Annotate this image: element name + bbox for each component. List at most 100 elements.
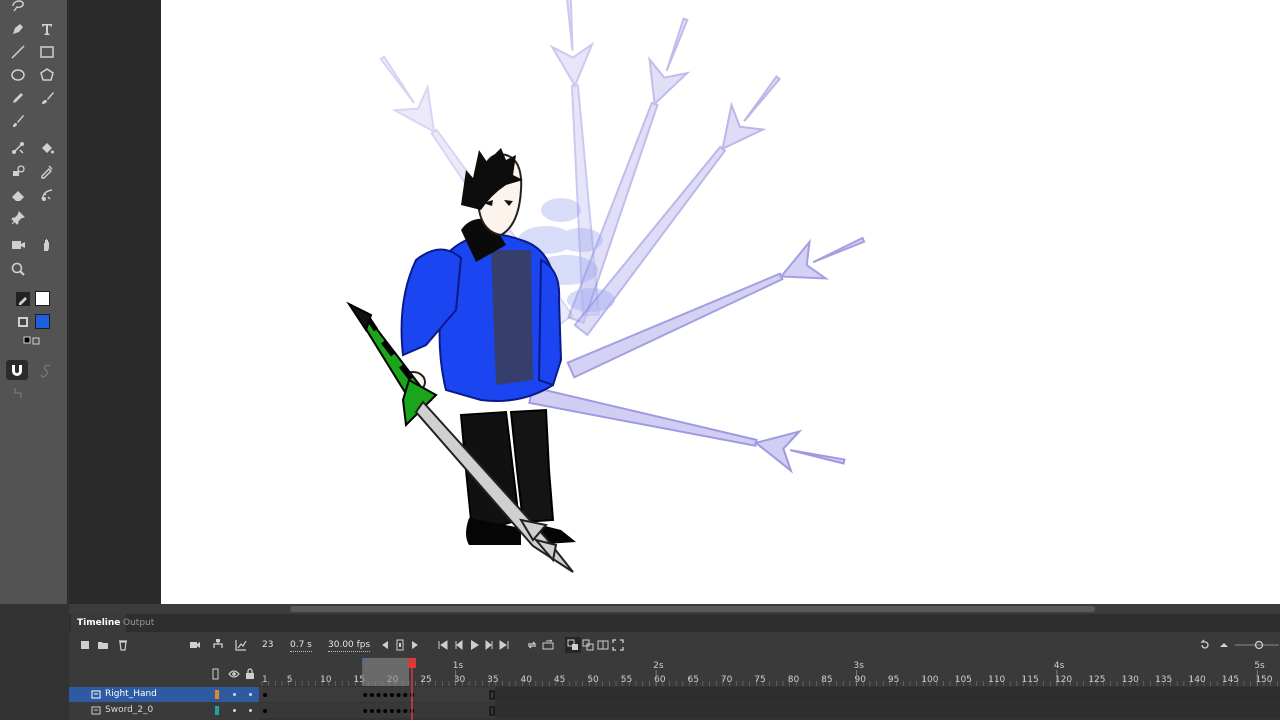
fill-swatch[interactable] [35, 314, 50, 329]
pen-icon[interactable] [7, 19, 29, 39]
paint-brush-icon[interactable] [36, 88, 58, 108]
stage-scrollbar[interactable] [69, 604, 1280, 614]
second-mark: 3s [854, 661, 865, 671]
sync-icon[interactable] [540, 637, 556, 653]
layer-type-icon [91, 706, 101, 715]
loop-icon[interactable] [524, 637, 540, 653]
step-back-icon[interactable] [451, 637, 467, 653]
frame-number: 25 [420, 675, 431, 685]
frame-number: 10 [320, 675, 332, 685]
lock-dot[interactable] [249, 693, 252, 696]
visibility-dot[interactable] [233, 709, 236, 712]
empty-frames [495, 687, 1280, 702]
insert-keyframe-icon[interactable] [392, 637, 408, 653]
fill-color-icon[interactable] [12, 312, 34, 332]
stage-canvas[interactable] [161, 0, 1280, 604]
timeline-toolbar: 23 0.7 s 30.00 fps [69, 632, 1280, 658]
zoom-icon[interactable] [7, 259, 29, 279]
straighten-icon[interactable] [7, 383, 29, 403]
layer-row-sword[interactable]: Sword_2_0 [69, 703, 259, 718]
lasso-icon[interactable] [7, 0, 29, 16]
tools-panel [0, 0, 68, 604]
layer-color-chip[interactable] [215, 690, 219, 699]
stage-artwork [346, 0, 873, 573]
asset-warp-icon[interactable] [36, 185, 58, 205]
frame-number: 140 [1189, 675, 1206, 685]
rectangle-icon[interactable] [36, 42, 58, 62]
delete-icon[interactable] [115, 637, 131, 653]
step-forward-icon[interactable] [481, 637, 497, 653]
zoom-fit-icon[interactable] [1216, 637, 1232, 653]
snap-magnet-icon[interactable] [6, 360, 28, 380]
polystar-icon[interactable] [36, 65, 58, 85]
paint-bucket-icon[interactable] [36, 138, 58, 158]
keyframe [396, 693, 401, 697]
new-folder-icon[interactable] [95, 637, 111, 653]
frame-number: 40 [521, 675, 533, 685]
eye-icon[interactable] [226, 666, 242, 682]
onion-skin-range [362, 658, 409, 686]
lock-dot[interactable] [249, 709, 252, 712]
frame-number: 55 [621, 675, 632, 685]
keyframe [389, 709, 394, 713]
tab-output[interactable]: Output [117, 614, 160, 632]
layer-row-right-hand[interactable]: Right_Hand [69, 687, 259, 702]
frames-canvas: 1510152025303540455055606570758085909510… [259, 658, 1280, 720]
hand-icon[interactable] [36, 235, 58, 255]
frame-rate[interactable]: 30.00 fps [328, 639, 371, 652]
smooth-icon[interactable] [36, 360, 58, 380]
onion-skin-sword-6 [525, 374, 850, 483]
width-icon[interactable] [7, 161, 29, 181]
keyframe [369, 693, 374, 697]
new-layer-icon[interactable] [77, 637, 93, 653]
text-icon[interactable] [36, 19, 58, 39]
scroll-thumb[interactable] [290, 606, 1095, 612]
onion-skin-icon[interactable] [565, 637, 581, 653]
animate-app: Timeline Output 23 0.7 s 30.00 fps Right… [0, 0, 1280, 720]
pasteboard [69, 0, 161, 604]
keyframe [403, 693, 408, 697]
pin-icon[interactable] [7, 208, 29, 228]
lock-icon[interactable] [242, 666, 258, 682]
bone-icon[interactable] [7, 138, 29, 158]
oval-icon[interactable] [7, 65, 29, 85]
keyframe [363, 709, 368, 713]
current-frame[interactable]: 23 [262, 639, 273, 651]
frame-number: 80 [788, 675, 800, 685]
stroke-swatch[interactable] [35, 291, 50, 306]
edit-multiple-frames-icon[interactable] [595, 637, 611, 653]
frame-number: 5 [287, 675, 293, 685]
onion-outlines-icon[interactable] [580, 637, 596, 653]
second-mark: 2s [653, 661, 664, 671]
line-icon[interactable] [7, 42, 29, 62]
frame-view-icon[interactable] [610, 637, 626, 653]
play-icon[interactable] [466, 637, 482, 653]
visibility-dot[interactable] [233, 693, 236, 696]
prev-keyframe-icon[interactable] [377, 637, 393, 653]
undo-zoom-icon[interactable] [1197, 637, 1213, 653]
eyedropper-icon[interactable] [36, 161, 58, 181]
parenting-icon[interactable] [210, 637, 226, 653]
camera-icon[interactable] [7, 235, 29, 255]
timeline-zoom-slider[interactable] [1235, 637, 1279, 653]
second-mark: 5s [1254, 661, 1265, 671]
eraser-icon[interactable] [7, 185, 29, 205]
brush-icon[interactable] [7, 111, 29, 131]
frames-grid[interactable]: 1510152025303540455055606570758085909510… [259, 658, 1280, 720]
layer-color-chip[interactable] [215, 706, 219, 715]
stroke-color-icon[interactable] [12, 289, 34, 309]
pencil-icon[interactable] [7, 88, 29, 108]
second-mark: 4s [1054, 661, 1065, 671]
last-frame-icon[interactable] [496, 637, 512, 653]
graph-icon[interactable] [233, 637, 249, 653]
next-keyframe-icon[interactable] [407, 637, 423, 653]
first-frame-icon[interactable] [435, 637, 451, 653]
camera-toggle-icon[interactable] [187, 637, 203, 653]
keyframe [376, 709, 381, 713]
frame-number: 110 [988, 675, 1005, 685]
layer-header [69, 658, 259, 688]
layer-name: Right_Hand [105, 689, 157, 699]
swap-colors-icon[interactable] [20, 333, 46, 349]
current-time[interactable]: 0.7 s [290, 639, 312, 652]
layer-outline-icon[interactable] [212, 666, 220, 682]
